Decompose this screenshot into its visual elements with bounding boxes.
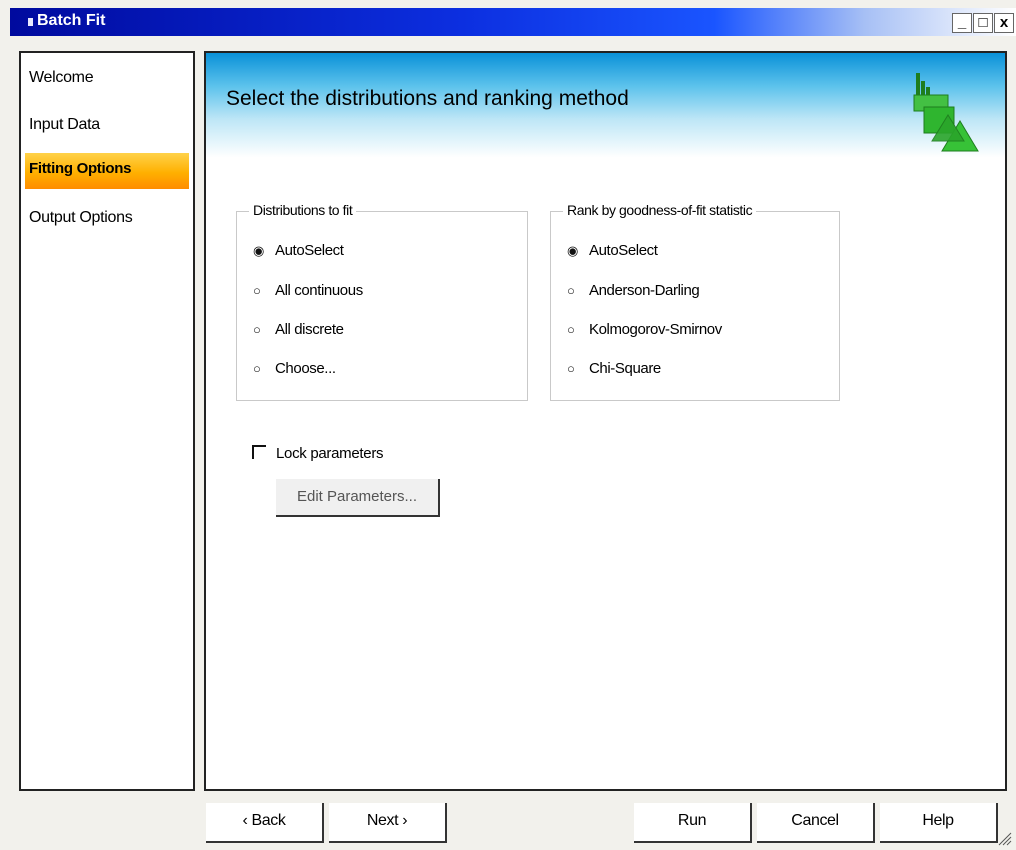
radio-label: All discrete: [275, 321, 344, 338]
radio-selected-icon: ◉: [567, 243, 578, 258]
page-title: Select the distributions and ranking met…: [226, 87, 629, 110]
back-button[interactable]: ‹ Back: [206, 803, 324, 843]
radio-chi-square[interactable]: ○ Chi-Square: [567, 360, 661, 377]
distribution-fit-logo-icon: [913, 73, 979, 152]
radio-label: Chi-Square: [589, 360, 661, 377]
radio-label: Choose...: [275, 360, 336, 377]
radio-label: Kolmogorov-Smirnov: [589, 321, 722, 338]
edit-parameters-button[interactable]: Edit Parameters...: [276, 479, 440, 517]
lock-parameters-checkbox[interactable]: Lock parameters: [252, 445, 384, 462]
radio-label: AutoSelect: [589, 242, 658, 259]
radio-unselected-icon: ○: [253, 361, 261, 376]
radio-unselected-icon: ○: [567, 361, 575, 376]
close-button[interactable]: x: [994, 13, 1014, 33]
lock-parameters-label: Lock parameters: [276, 445, 384, 462]
window-title: Batch Fit: [37, 12, 106, 29]
resize-grip-icon[interactable]: [998, 832, 1012, 846]
distributions-group-legend: Distributions to fit: [249, 202, 357, 218]
help-button[interactable]: Help: [880, 803, 998, 843]
sidebar-item-welcome[interactable]: Welcome: [29, 69, 94, 87]
radio-anderson-darling[interactable]: ○ Anderson-Darling: [567, 282, 700, 299]
radio-rank-autoselect[interactable]: ◉ AutoSelect: [567, 242, 658, 259]
radio-label: All continuous: [275, 282, 363, 299]
checkbox-icon[interactable]: [252, 445, 266, 459]
radio-all-discrete[interactable]: ○ All discrete: [253, 321, 344, 338]
rank-by-group: Rank by goodness-of-fit statistic ◉ AutoS…: [550, 202, 840, 401]
main-panel: Select the distributions and ranking met…: [204, 51, 1007, 791]
maximize-button[interactable]: □: [973, 13, 993, 33]
radio-unselected-icon: ○: [567, 322, 575, 337]
minimize-button[interactable]: _: [952, 13, 972, 33]
radio-autoselect[interactable]: ◉ AutoSelect: [253, 242, 344, 259]
radio-label: AutoSelect: [275, 242, 344, 259]
cancel-button[interactable]: Cancel: [757, 803, 875, 843]
radio-unselected-icon: ○: [253, 283, 261, 298]
radio-choose[interactable]: ○ Choose...: [253, 360, 336, 377]
radio-unselected-icon: ○: [253, 322, 261, 337]
rank-by-group-legend: Rank by goodness-of-fit statistic: [563, 202, 757, 218]
app-icon: [28, 18, 33, 26]
sidebar-item-fitting-options[interactable]: Fitting Options: [25, 153, 189, 189]
title-bar[interactable]: Batch Fit _ □ x: [10, 8, 1016, 36]
radio-selected-icon: ◉: [253, 243, 264, 258]
radio-label: Anderson-Darling: [589, 282, 700, 299]
sidebar-item-output-options[interactable]: Output Options: [29, 209, 133, 227]
radio-unselected-icon: ○: [567, 283, 575, 298]
page-header: Select the distributions and ranking met…: [206, 53, 1005, 163]
next-button[interactable]: Next ›: [329, 803, 447, 843]
radio-kolmogorov-smirnov[interactable]: ○ Kolmogorov-Smirnov: [567, 321, 722, 338]
radio-all-continuous[interactable]: ○ All continuous: [253, 282, 363, 299]
sidebar-item-input-data[interactable]: Input Data: [29, 116, 100, 134]
wizard-steps-sidebar: Welcome Input Data Fitting Options Outpu…: [19, 51, 195, 791]
run-button[interactable]: Run: [634, 803, 752, 843]
distributions-group: Distributions to fit ◉ AutoSelect ○ All co…: [236, 202, 528, 401]
